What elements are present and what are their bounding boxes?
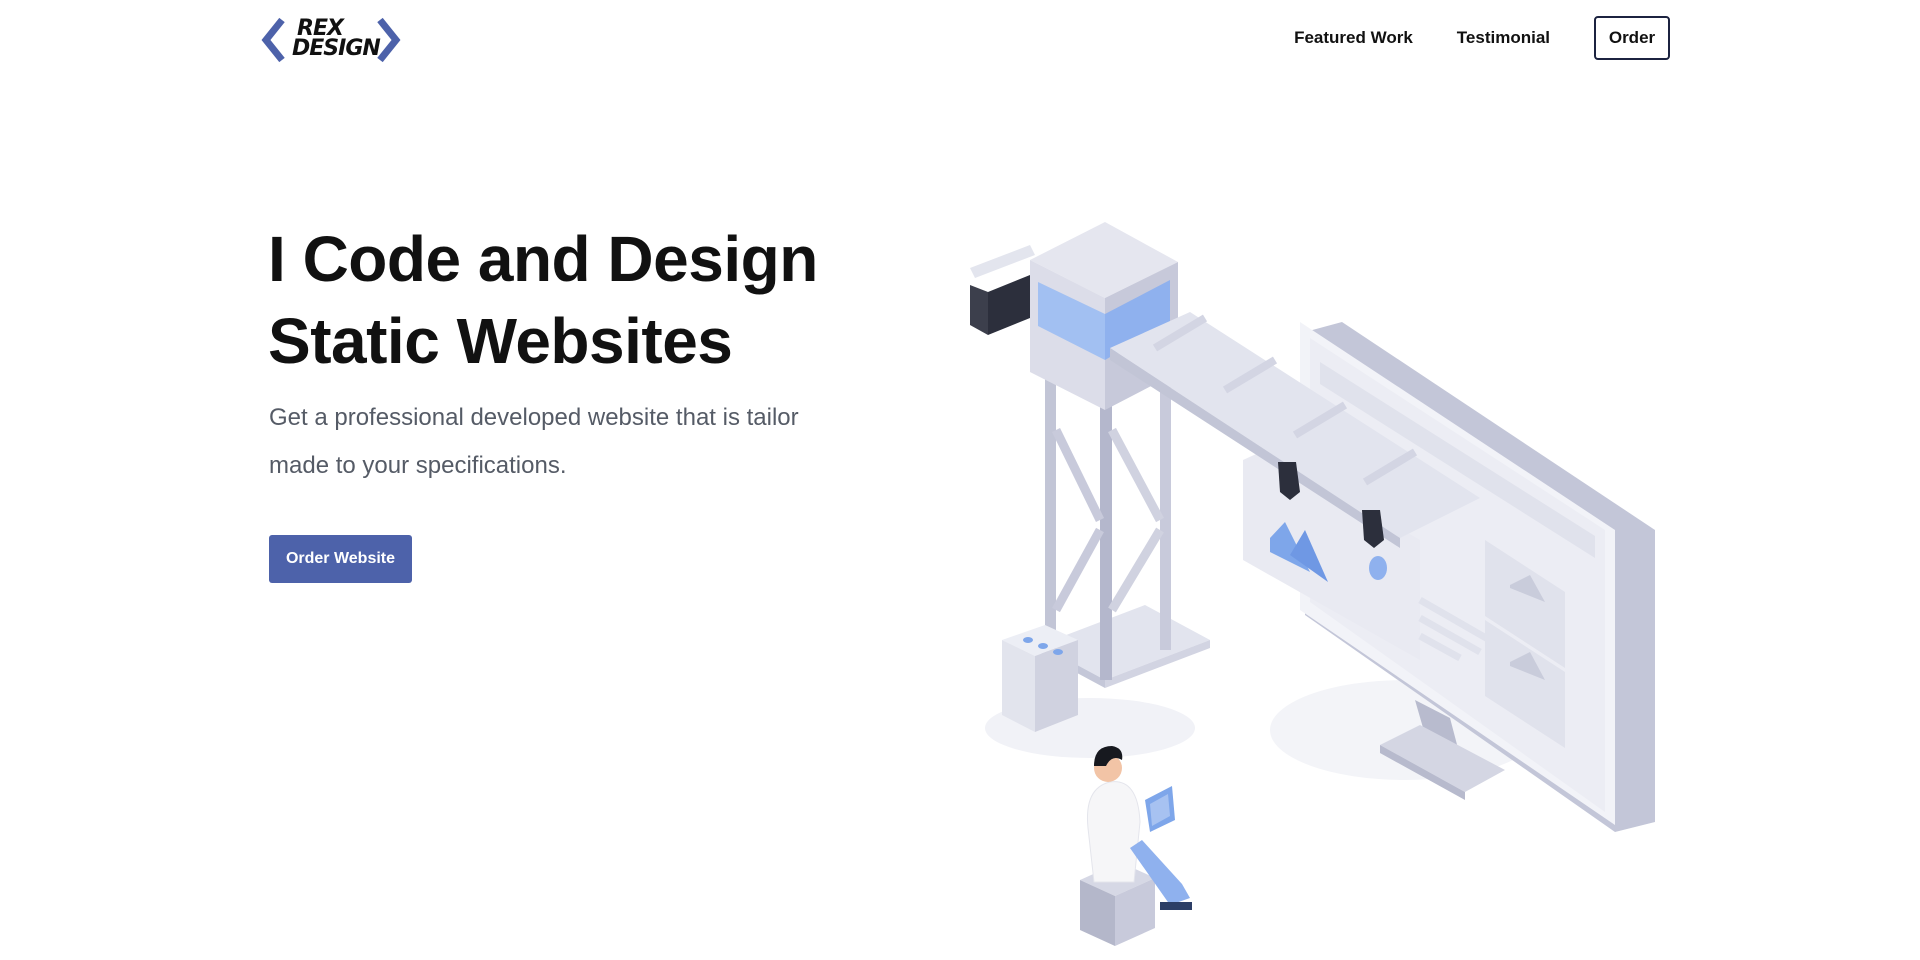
hero-subtitle-line1: Get a professional developed website tha… bbox=[269, 404, 799, 431]
hero-title-line2: Static Websites bbox=[268, 305, 733, 377]
logo-wordmark: REX DESIGN bbox=[292, 18, 381, 61]
hero-subtitle-line2: made to your specifications. bbox=[269, 452, 567, 479]
crane-building-website-illustration bbox=[970, 222, 1655, 946]
nav-order-button[interactable]: Order bbox=[1594, 16, 1670, 60]
hero-title-line1: I Code and Design bbox=[268, 223, 818, 295]
brand-logo[interactable]: REX DESIGN bbox=[258, 14, 408, 66]
main-nav: Featured Work Testimonial Order bbox=[1294, 16, 1670, 60]
logo-line2: DESIGN bbox=[292, 36, 381, 61]
hero-title: I Code and Design Static Websites bbox=[268, 218, 908, 382]
site-header: REX DESIGN Featured Work Testimonial Ord… bbox=[0, 0, 1920, 80]
order-website-button[interactable]: Order Website bbox=[269, 535, 412, 583]
nav-featured-work[interactable]: Featured Work bbox=[1294, 28, 1413, 48]
nav-testimonial[interactable]: Testimonial bbox=[1457, 28, 1550, 48]
hero-subtitle: Get a professional developed website tha… bbox=[269, 394, 869, 490]
